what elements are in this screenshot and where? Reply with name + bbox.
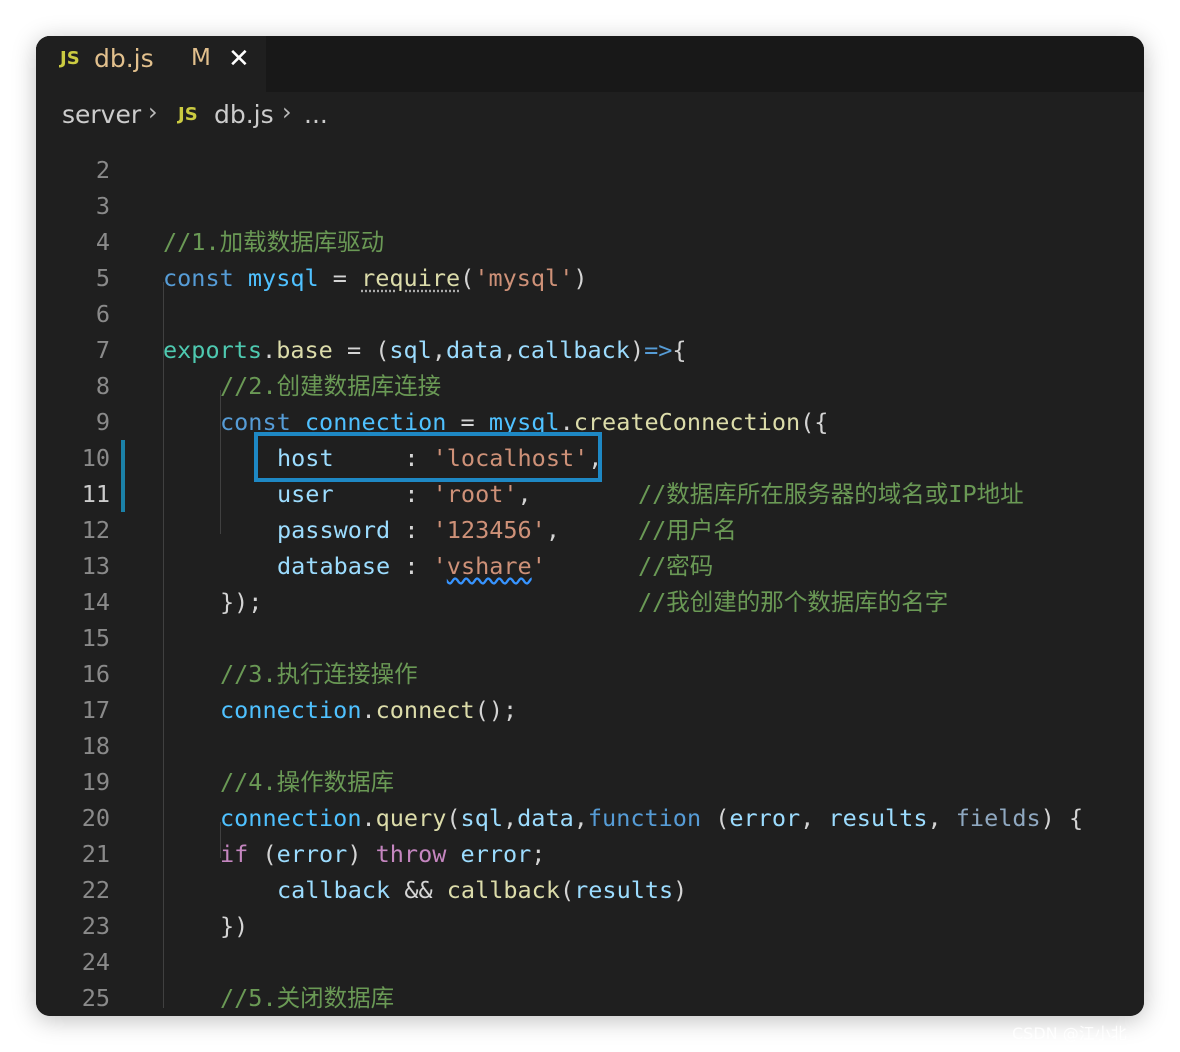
code-line: 16 connection.connect();	[36, 620, 1144, 724]
code-line: 2	[36, 116, 1144, 184]
code-line: 15 //3.执行连接操作	[36, 584, 1144, 688]
code-line: 26 }	[36, 980, 1144, 1016]
code-line: 8 const connection = mysql.createConnect…	[36, 332, 1144, 436]
tab-bar: JS db.js M ✕	[36, 36, 1144, 92]
code-line: 19 connection.query(sql,data,function (e…	[36, 728, 1144, 832]
editor-window: JS db.js M ✕ server › JS db.js › ... 2 3…	[36, 36, 1144, 1016]
highlight-annotation-box	[254, 432, 602, 482]
code-line: 22 })	[36, 836, 1144, 940]
code-line: 9 host : 'localhost', //数据库所在服务器的域名或IP地址	[36, 368, 1144, 508]
code-line: 14	[36, 548, 1144, 616]
tab-db-js[interactable]: JS db.js M ✕	[36, 36, 266, 92]
close-icon[interactable]: ✕	[228, 44, 250, 74]
code-line: 17	[36, 656, 1144, 724]
code-line: 18 //4.操作数据库	[36, 692, 1144, 796]
code-line: 21 callback && callback(results)	[36, 800, 1144, 904]
code-line: 20 if (error) throw error;	[36, 764, 1144, 868]
code-line: 24 //5.关闭数据库	[36, 908, 1144, 1012]
code-line: 25 connection.end();	[36, 944, 1144, 1012]
modified-indicator: M	[191, 45, 211, 71]
code-line: 23	[36, 872, 1144, 940]
code-line: 4 const mysql = require('mysql')	[36, 188, 1144, 292]
code-line: 3 //1.加载数据库驱动	[36, 152, 1144, 256]
javascript-file-icon: JS	[60, 48, 80, 69]
code-line: 13 });	[36, 512, 1144, 616]
code-editor[interactable]: 2 3 //1.加载数据库驱动 4 const mysql = require(…	[36, 138, 1144, 1016]
code-line: 5	[36, 224, 1144, 292]
tab-title: db.js	[94, 44, 154, 73]
code-line: 6 exports.base = (sql,data,callback)=>{	[36, 260, 1144, 364]
code-line: 7 //2.创建数据库连接	[36, 296, 1144, 400]
watermark: CSDN @江小北	[1012, 1024, 1127, 1043]
